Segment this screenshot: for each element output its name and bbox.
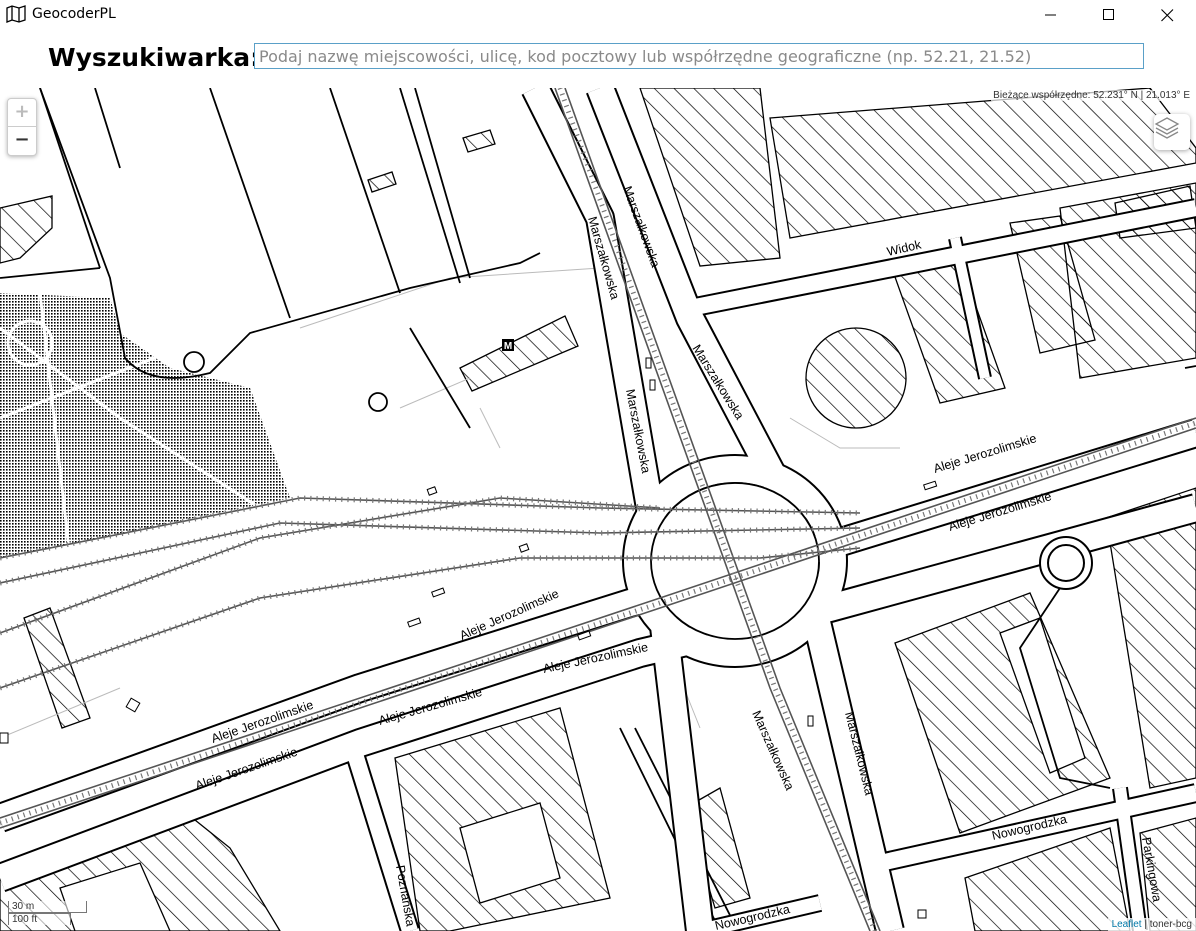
zoom-out-button[interactable]: − bbox=[8, 127, 36, 154]
zoom-control: + − bbox=[7, 98, 37, 156]
leaflet-link[interactable]: Leaflet bbox=[1112, 919, 1142, 930]
map-view[interactable]: M Marszałkowska Marszałkowska Marszałkow… bbox=[0, 88, 1196, 931]
search-input[interactable] bbox=[254, 43, 1144, 69]
minimize-icon bbox=[1045, 14, 1056, 16]
scale-imperial: 100 ft bbox=[8, 913, 71, 925]
scale-metric: 30 m bbox=[8, 901, 87, 913]
title-bar: GeocoderPL bbox=[0, 0, 1196, 30]
attribution-separator: | bbox=[1141, 919, 1150, 930]
search-bar: Wyszukiwarka: bbox=[0, 30, 1196, 88]
layers-button[interactable] bbox=[1154, 114, 1190, 150]
maximize-icon bbox=[1103, 9, 1114, 20]
svg-text:M: M bbox=[504, 341, 512, 352]
scale-bar: 30 m 100 ft bbox=[8, 901, 87, 925]
maximize-button[interactable] bbox=[1080, 0, 1138, 30]
map-tiles[interactable]: M Marszałkowska Marszałkowska Marszałkow… bbox=[0, 88, 1196, 931]
attribution-text: toner-bcg bbox=[1149, 919, 1192, 930]
search-label: Wyszukiwarka: bbox=[48, 43, 261, 72]
zoom-in-button[interactable]: + bbox=[8, 99, 36, 127]
map-attribution: Leaflet | toner-bcg bbox=[1107, 918, 1196, 931]
street-label: Aleje Jerozolimskie bbox=[932, 431, 1038, 476]
street-label: Marszałkowska bbox=[749, 709, 797, 793]
metro-icon: M bbox=[502, 339, 514, 352]
close-button[interactable] bbox=[1138, 0, 1196, 30]
layers-icon bbox=[1154, 117, 1180, 139]
close-icon bbox=[1160, 8, 1173, 21]
map-app-icon bbox=[6, 5, 26, 23]
minimize-button[interactable] bbox=[1022, 0, 1080, 30]
window-title: GeocoderPL bbox=[32, 6, 116, 22]
coordinates-readout: Bieżące współrzędne: 52.231° N | 21.013°… bbox=[991, 90, 1192, 101]
